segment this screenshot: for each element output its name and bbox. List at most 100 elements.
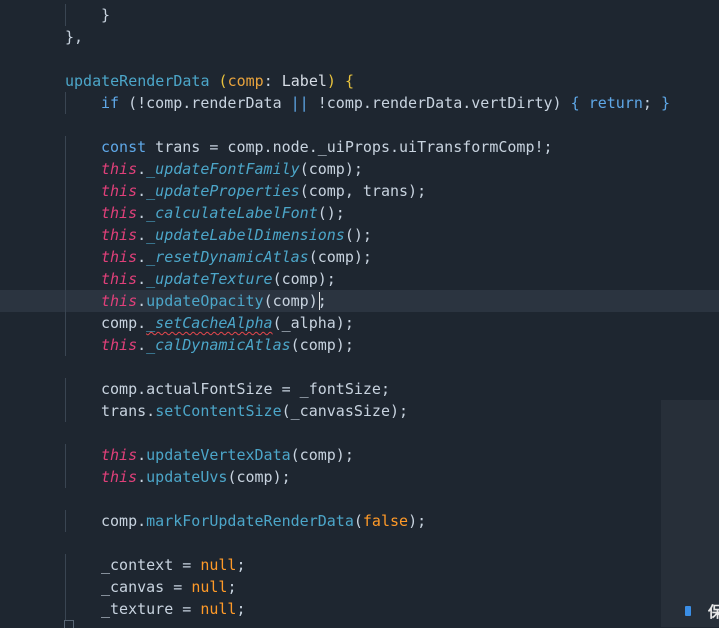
code-text: this.updateUvs(comp); — [101, 466, 291, 488]
code-line[interactable] — [0, 48, 719, 70]
code-line[interactable] — [0, 422, 719, 444]
code-token: this — [101, 226, 138, 244]
code-token: _updateTexture — [146, 270, 273, 288]
code-token: ( — [353, 512, 363, 530]
code-token: (comp, trans); — [299, 182, 427, 200]
code-text: trans.setContentSize(_canvasSize); — [101, 400, 408, 422]
code-line[interactable]: this._calDynamicAtlas(comp); — [0, 334, 719, 356]
code-text: this._resetDynamicAtlas(comp); — [101, 246, 372, 268]
indent-guide — [65, 334, 66, 356]
code-line[interactable]: this.updateOpacity(comp); — [0, 290, 719, 312]
code-text: comp.markForUpdateRenderData(false); — [101, 510, 426, 532]
code-line[interactable]: }, — [0, 26, 719, 48]
code-token: updateUvs — [146, 468, 228, 486]
code-text: updateRenderData (comp: Label) { — [65, 70, 354, 92]
code-line[interactable]: this._updateProperties(comp, trans); — [0, 180, 719, 202]
code-token: _updateLabelDimensions — [146, 226, 345, 244]
code-token: ; — [236, 556, 246, 574]
code-line[interactable]: this.updateUvs(comp); — [0, 466, 719, 488]
code-line[interactable] — [0, 114, 719, 136]
code-token: . — [137, 226, 147, 244]
code-line[interactable]: this._updateTexture(comp); — [0, 268, 719, 290]
code-line[interactable]: _texture = null; — [0, 598, 719, 620]
code-token: _updateProperties — [146, 182, 300, 200]
code-text: }, — [65, 26, 83, 48]
code-token: _calculateLabelFont — [146, 204, 318, 222]
code-line[interactable]: _context = null; — [0, 554, 719, 576]
floating-badge-text[interactable]: 保 — [708, 601, 719, 622]
code-token: setContentSize — [155, 402, 282, 420]
code-line[interactable]: comp.actualFontSize = _fontSize; — [0, 378, 719, 400]
code-token: _texture = — [101, 600, 201, 618]
indent-guide — [65, 136, 66, 158]
code-token: _resetDynamicAtlas — [146, 248, 309, 266]
code-token: (); — [317, 204, 345, 222]
code-line[interactable] — [0, 488, 719, 510]
code-token: (_alpha); — [272, 314, 354, 332]
code-text: _canvas = null; — [101, 576, 236, 598]
code-token: (_canvasSize); — [281, 402, 409, 420]
code-line[interactable]: const trans = comp.node._uiProps.uiTrans… — [0, 136, 719, 158]
code-text: _context = null; — [101, 554, 246, 576]
code-line[interactable]: _canvas = null; — [0, 576, 719, 598]
code-token: _context = — [101, 556, 201, 574]
code-token: this — [101, 182, 138, 200]
code-token: (comp); — [263, 292, 327, 310]
code-token: trans = comp.node._uiProps.uiTransformCo… — [146, 138, 553, 156]
code-token: !comp.renderData — [137, 94, 291, 112]
code-token: || — [290, 94, 309, 112]
code-token: updateOpacity — [146, 292, 264, 310]
code-line[interactable]: this._resetDynamicAtlas(comp); — [0, 246, 719, 268]
code-text: comp._setCacheAlpha(_alpha); — [101, 312, 354, 334]
code-token: (); — [344, 226, 372, 244]
code-token: this — [101, 468, 138, 486]
code-line[interactable]: trans.setContentSize(_canvasSize); — [0, 400, 719, 422]
indent-guide — [65, 268, 66, 290]
code-token: this — [101, 270, 138, 288]
code-token: _calDynamicAtlas — [146, 336, 291, 354]
code-line[interactable]: } — [0, 4, 719, 26]
indent-guide — [65, 4, 66, 26]
code-token: . — [137, 446, 147, 464]
code-text: this._updateProperties(comp, trans); — [101, 180, 426, 202]
code-text: this.updateOpacity(comp); — [101, 290, 327, 312]
code-token: return — [588, 94, 643, 112]
code-token: updateRenderData — [65, 72, 210, 90]
code-text: this._calDynamicAtlas(comp); — [101, 334, 354, 356]
code-line[interactable]: comp.markForUpdateRenderData(false); — [0, 510, 719, 532]
code-line[interactable]: this.updateVertexData(comp); — [0, 444, 719, 466]
indent-guide — [65, 224, 66, 246]
code-token: . — [137, 248, 147, 266]
code-text: this._updateFontFamily(comp); — [101, 158, 363, 180]
code-line[interactable]: this._updateFontFamily(comp); — [0, 158, 719, 180]
code-token: false — [362, 512, 409, 530]
code-token: markForUpdateRenderData — [146, 512, 354, 530]
text-cursor — [319, 292, 320, 310]
code-token: if — [101, 94, 120, 112]
indent-guide — [65, 180, 66, 202]
code-token: (comp); — [299, 160, 363, 178]
code-token: (comp); — [290, 336, 354, 354]
code-line[interactable] — [0, 532, 719, 554]
app-logo-icon[interactable] — [679, 603, 693, 619]
code-line[interactable] — [0, 356, 719, 378]
code-text: } — [101, 4, 110, 26]
code-line[interactable]: if (!comp.renderData || !comp.renderData… — [0, 92, 719, 114]
indent-guide — [65, 290, 66, 312]
code-editor[interactable]: }}, updateRenderData (comp: Label) {if (!… — [0, 0, 719, 627]
code-token: _setCacheAlpha — [146, 314, 273, 332]
code-token: this — [101, 248, 138, 266]
indent-guide — [65, 466, 66, 488]
code-token: . — [137, 468, 147, 486]
code-line[interactable]: this._updateLabelDimensions(); — [0, 224, 719, 246]
code-line[interactable]: comp._setCacheAlpha(_alpha); — [0, 312, 719, 334]
indent-guide — [65, 92, 66, 114]
code-line[interactable]: updateRenderData (comp: Label) { — [0, 70, 719, 92]
code-token: : — [263, 72, 282, 90]
code-line[interactable]: this._calculateLabelFont(); — [0, 202, 719, 224]
code-token: null — [200, 556, 237, 574]
code-token: }, — [65, 28, 84, 46]
code-token: comp.actualFontSize = _fontSize; — [101, 380, 390, 398]
